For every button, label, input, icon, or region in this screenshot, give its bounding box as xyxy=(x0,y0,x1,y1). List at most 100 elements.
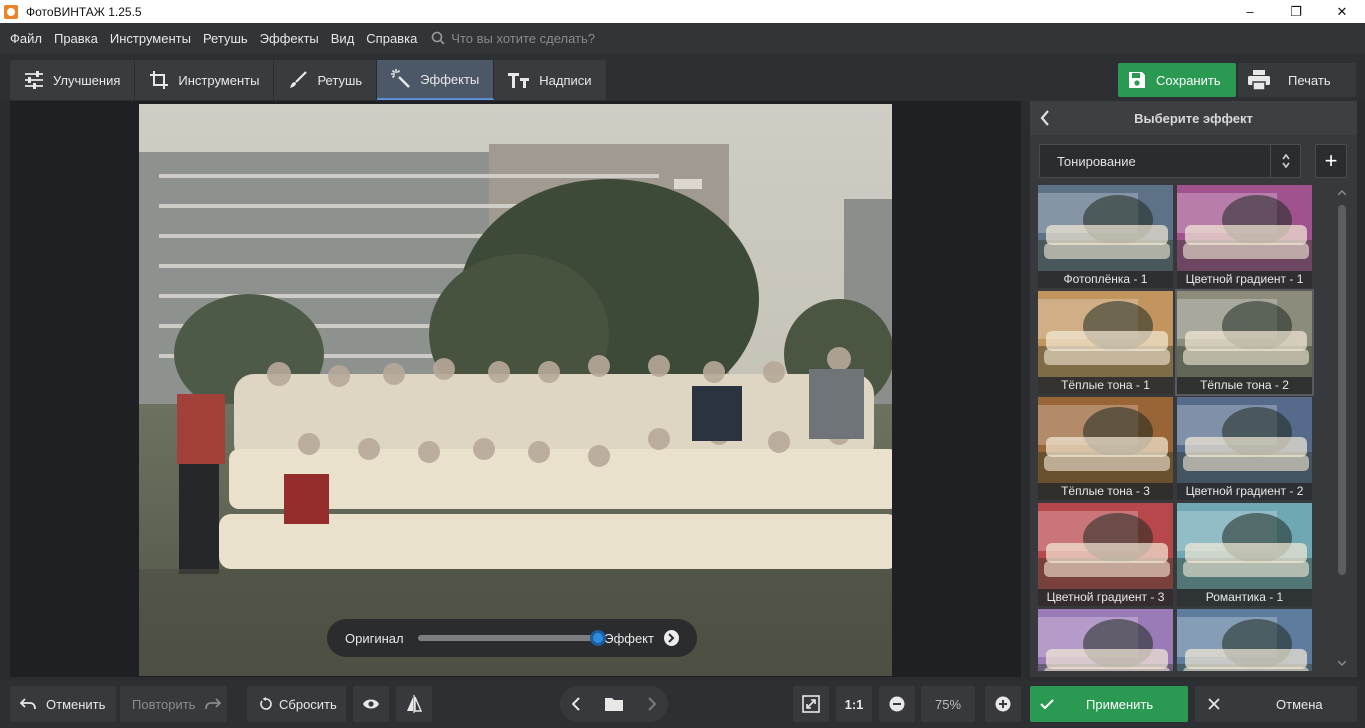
undo-icon xyxy=(20,698,36,710)
tab-tools-label: Инструменты xyxy=(178,72,260,88)
tab-captions[interactable]: Надписи xyxy=(494,60,607,100)
menu-help[interactable]: Справка xyxy=(366,31,417,46)
panel-title: Выберите эффект xyxy=(1134,110,1253,126)
effect-category-select[interactable]: Тонирование xyxy=(1039,144,1301,178)
effect-label: Эффект xyxy=(604,630,654,646)
menu-bar: Файл Правка Инструменты Ретушь Эффекты В… xyxy=(0,23,1365,53)
fit-to-screen-button[interactable] xyxy=(793,686,829,722)
tab-enhancements[interactable]: Улучшения xyxy=(10,60,136,100)
zoom-level: 75% xyxy=(921,686,975,722)
effect-thumbnail[interactable] xyxy=(1038,609,1173,671)
main-toolbar: Улучшения Инструменты Ретушь Эффекты Над… xyxy=(0,53,1365,101)
effect-thumbnail[interactable]: Цветной градиент - 1 xyxy=(1177,185,1312,288)
tab-tools[interactable]: Инструменты xyxy=(135,60,275,100)
zoom-out-button[interactable] xyxy=(879,686,915,722)
reset-icon xyxy=(259,697,273,711)
print-button[interactable]: Печать xyxy=(1238,63,1356,97)
redo-button[interactable]: Повторить xyxy=(120,686,227,722)
effect-label: Тёплые тона - 3 xyxy=(1038,483,1173,500)
effect-thumbnail[interactable] xyxy=(1177,609,1312,671)
window-title: ФотоВИНТАЖ 1.25.5 xyxy=(26,4,142,19)
sliders-icon xyxy=(24,71,44,89)
effect-label: Цветной градиент - 3 xyxy=(1038,589,1173,606)
tab-retouch[interactable]: Ретушь xyxy=(274,60,378,100)
effects-panel: Выберите эффект Тонирование + Фотоплёнка… xyxy=(1030,101,1357,677)
close-icon xyxy=(1208,698,1220,710)
compare-handle[interactable] xyxy=(590,630,607,646)
cancel-label: Отмена xyxy=(1276,696,1323,712)
menu-effects[interactable]: Эффекты xyxy=(260,31,319,46)
fit-screen-icon xyxy=(802,695,820,713)
save-button[interactable]: Сохранить xyxy=(1118,63,1236,97)
zoom-in-button[interactable] xyxy=(985,686,1021,722)
chevron-right-icon[interactable] xyxy=(647,697,656,711)
menu-view[interactable]: Вид xyxy=(331,31,355,46)
compare-track[interactable] xyxy=(417,630,607,646)
scroll-up-icon[interactable] xyxy=(1338,189,1346,197)
crop-icon xyxy=(149,70,169,90)
minimize-button[interactable]: – xyxy=(1227,0,1273,23)
effect-thumbnail[interactable]: Тёплые тона - 3 xyxy=(1038,397,1173,500)
effect-thumbnail[interactable]: Фотоплёнка - 1 xyxy=(1038,185,1173,288)
folder-icon[interactable] xyxy=(604,697,623,711)
restore-button[interactable]: ❐ xyxy=(1273,0,1319,23)
before-after-slider[interactable]: Оригинал Эффект xyxy=(327,619,697,657)
print-label: Печать xyxy=(1288,72,1331,88)
effect-thumbnail[interactable]: Цветной градиент - 3 xyxy=(1038,503,1173,606)
effect-thumbnail[interactable]: Цветной градиент - 2 xyxy=(1177,397,1312,500)
menu-edit[interactable]: Правка xyxy=(54,31,98,46)
bottom-bar: Отменить Повторить Сбросить 1:1 75% Прим… xyxy=(0,680,1365,728)
redo-label: Повторить xyxy=(132,696,196,712)
preview-toggle-button[interactable] xyxy=(353,686,389,722)
undo-button[interactable]: Отменить xyxy=(10,686,116,722)
scroll-down-icon[interactable] xyxy=(1338,659,1346,667)
title-bar: ФотоВИНТАЖ 1.25.5 – ❐ ✕ xyxy=(0,0,1365,23)
command-search[interactable]: Что вы хотите сделать? xyxy=(431,31,595,46)
effect-thumbnail[interactable]: Тёплые тона - 1 xyxy=(1038,291,1173,394)
minus-circle-icon xyxy=(889,696,905,712)
effect-thumbnail[interactable]: Тёплые тона - 2 xyxy=(1175,289,1314,396)
vintage-team-photo xyxy=(139,104,892,676)
effect-thumbnail[interactable]: Романтика - 1 xyxy=(1177,503,1312,606)
menu-file[interactable]: Файл xyxy=(10,31,42,46)
save-label: Сохранить xyxy=(1156,72,1221,88)
tab-retouch-label: Ретушь xyxy=(317,72,363,88)
scroll-thumb[interactable] xyxy=(1338,205,1346,575)
updown-arrows-icon xyxy=(1270,145,1300,177)
reset-button[interactable]: Сбросить xyxy=(247,686,346,722)
apply-label: Применить xyxy=(1086,696,1154,712)
effect-preview-image xyxy=(1177,609,1312,671)
printer-icon xyxy=(1248,70,1270,90)
split-view-button[interactable] xyxy=(396,686,432,722)
chevron-left-icon[interactable] xyxy=(572,697,581,711)
panel-header: Выберите эффект xyxy=(1030,101,1357,135)
mode-tabs: Улучшения Инструменты Ретушь Эффекты Над… xyxy=(10,60,607,100)
add-effect-button[interactable]: + xyxy=(1315,144,1347,178)
brush-icon xyxy=(288,70,308,90)
cancel-button[interactable]: Отмена xyxy=(1195,686,1357,722)
tab-effects[interactable]: Эффекты xyxy=(377,60,495,100)
actual-size-button[interactable]: 1:1 xyxy=(836,686,872,722)
compare-split-icon xyxy=(406,695,422,713)
effects-grid: Фотоплёнка - 1 Цветной градиент - 1 Тёплые… xyxy=(1038,185,1314,671)
file-navigation xyxy=(560,686,668,722)
tab-captions-label: Надписи xyxy=(539,72,592,88)
plus-circle-icon xyxy=(995,696,1011,712)
search-icon xyxy=(431,31,445,45)
chevron-right-icon[interactable] xyxy=(663,630,679,646)
effects-scrollbar[interactable] xyxy=(1335,185,1349,671)
tab-enhancements-label: Улучшения xyxy=(53,72,121,88)
close-button[interactable]: ✕ xyxy=(1319,0,1365,23)
apply-button[interactable]: Применить xyxy=(1030,686,1188,722)
original-label: Оригинал xyxy=(345,630,404,646)
photo-canvas[interactable]: Оригинал Эффект xyxy=(10,101,1021,677)
effect-preview-image xyxy=(1038,609,1173,671)
effect-label: Тёплые тона - 2 xyxy=(1177,377,1312,394)
effect-label: Тёплые тона - 1 xyxy=(1038,377,1173,394)
search-placeholder: Что вы хотите сделать? xyxy=(451,30,596,46)
menu-retouch[interactable]: Ретушь xyxy=(203,31,248,46)
back-arrow-icon[interactable] xyxy=(1040,110,1050,129)
redo-icon xyxy=(205,698,222,710)
window-controls: – ❐ ✕ xyxy=(1227,0,1365,23)
menu-tools[interactable]: Инструменты xyxy=(110,31,191,46)
